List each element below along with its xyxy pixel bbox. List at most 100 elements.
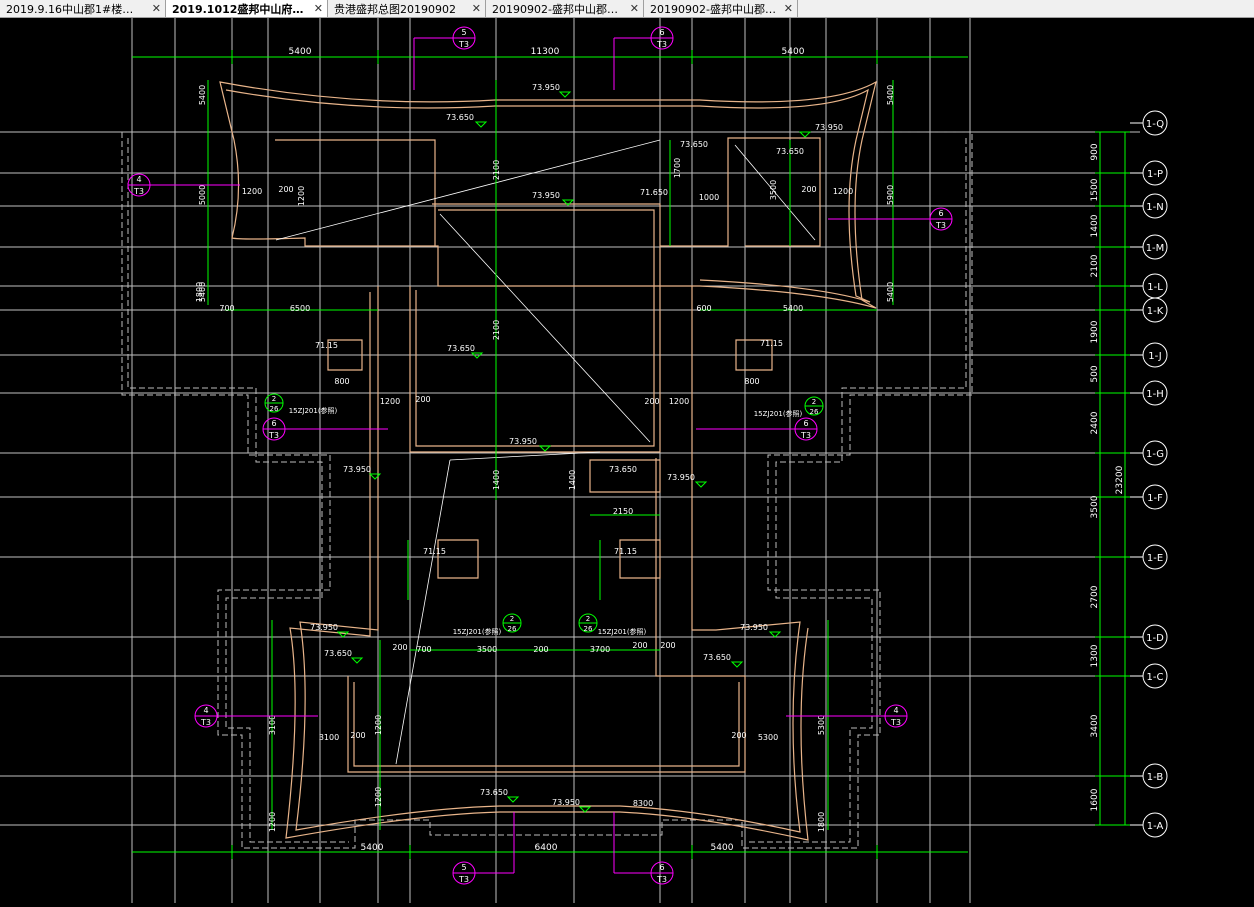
elevation-text: 73.650 (447, 344, 475, 353)
ref-sheet: 26 (810, 408, 819, 416)
close-icon[interactable]: ✕ (146, 2, 161, 15)
elevation-text: 73.650 (703, 653, 731, 662)
tab-2[interactable]: 2019.1012盛邦中山府… ✕ (166, 0, 328, 17)
tab-4[interactable]: 20190902-盛邦中山郡… ✕ (486, 0, 644, 17)
tag-num: 4 (203, 706, 208, 715)
axis-label: 1-H (1146, 389, 1164, 400)
dim-text: 800 (744, 377, 759, 386)
dim-text: 2100 (1090, 254, 1100, 277)
tag-num: 5 (461, 863, 466, 872)
axis-label: 1-K (1147, 306, 1164, 317)
ref-num: 2 (272, 395, 276, 403)
tag-num: 6 (803, 419, 808, 428)
dim-text: 3500 (769, 180, 778, 200)
tab-label: 20190902-盛邦中山郡… (492, 2, 618, 16)
tag-sheet: T3 (656, 40, 667, 49)
dim-text: 1500 (1090, 178, 1100, 201)
ref-note: 15ZJ201(参照) (453, 627, 502, 636)
close-icon[interactable]: ✕ (308, 2, 323, 15)
floor-plan-drawing: 1-Q 1-P 1-N 1-M 1-L 1-K 1-J 1-H 1-G 1-F … (0, 18, 1254, 903)
ref-note: 15ZJ201(参照) (289, 406, 338, 415)
elevation-text: 73.950 (310, 623, 338, 632)
dim-text: 5400 (198, 85, 207, 105)
dim-text: 5400 (886, 282, 895, 302)
dim-text: 2700 (1090, 585, 1100, 608)
dim-text: 1900 (1090, 320, 1100, 343)
dim-text: 1000 (699, 193, 719, 202)
dim-text: 5400 (711, 843, 734, 853)
tab-label: 20190902-盛邦中山郡… (650, 2, 776, 16)
dim-text: 5400 (361, 843, 384, 853)
tab-5[interactable]: 20190902-盛邦中山郡… ✕ (644, 0, 798, 17)
close-icon[interactable]: ✕ (466, 2, 481, 15)
dim-text: 1700 (673, 158, 682, 178)
tag-num: 6 (659, 863, 664, 872)
elevation-text: 73.950 (509, 437, 537, 446)
axis-label: 1-F (1147, 493, 1163, 504)
tag-num: 5 (461, 28, 466, 37)
elevation-text: 73.650 (680, 140, 708, 149)
elevation-text: 73.950 (552, 798, 580, 807)
dim-text: 200 (801, 185, 816, 194)
dim-text: 3700 (590, 645, 610, 654)
elevation-text: 73.950 (667, 473, 695, 482)
dim-text: 5400 (783, 304, 803, 313)
axis-label: 1-L (1147, 282, 1163, 293)
elevation-text: 73.650 (776, 147, 804, 156)
dim-text: 5000 (198, 185, 207, 205)
elevation-text: 73.950 (343, 465, 371, 474)
close-icon[interactable]: ✕ (624, 2, 639, 15)
elevation-text: 73.650 (480, 788, 508, 797)
tab-1[interactable]: 2019.9.16中山郡1#楼… ✕ (0, 0, 166, 17)
axis-label: 1-G (1146, 449, 1164, 460)
elevation-text: 73.650 (324, 649, 352, 658)
dim-text: 3100 (268, 715, 277, 735)
tag-num: 4 (136, 175, 141, 184)
cad-drawing-canvas[interactable]: 1-Q 1-P 1-N 1-M 1-L 1-K 1-J 1-H 1-G 1-F … (0, 18, 1254, 903)
tag-sheet: T3 (133, 187, 144, 196)
dim-text: 5400 (289, 47, 312, 57)
dim-text: 1400 (1090, 214, 1100, 237)
elevation-text: 73.950 (815, 123, 843, 132)
tab-label: 2019.9.16中山郡1#楼… (6, 2, 134, 16)
tag-sheet: T3 (890, 718, 901, 727)
dim-text: 1400 (568, 470, 577, 490)
axis-label: 1-Q (1146, 119, 1164, 130)
dim-text: 200 (278, 185, 293, 194)
tag-num: 6 (938, 209, 943, 218)
axis-label: 1-A (1147, 821, 1164, 832)
dim-text: 3500 (1090, 495, 1100, 518)
ref-note: 15ZJ201(参照) (754, 409, 803, 418)
dim-text: 1200 (268, 812, 277, 832)
axis-label: 1-J (1148, 351, 1161, 362)
tag-sheet: T3 (458, 40, 469, 49)
tag-num: 4 (893, 706, 898, 715)
dim-text: 2150 (613, 507, 633, 516)
elevation-text: 71.15 (760, 339, 783, 348)
dim-text: 2100 (492, 160, 501, 180)
dim-text: 11300 (531, 47, 560, 57)
close-icon[interactable]: ✕ (778, 2, 793, 15)
tag-num: 6 (271, 419, 276, 428)
elevation-text: 73.650 (609, 465, 637, 474)
elevation-text: 73.650 (446, 113, 474, 122)
ref-num: 2 (510, 615, 514, 623)
ref-num: 2 (812, 398, 816, 406)
elevation-text: 73.950 (532, 83, 560, 92)
dim-text: 900 (1090, 143, 1100, 160)
dim-text: 1200 (669, 397, 689, 406)
dim-text: 200 (350, 731, 365, 740)
tag-sheet: T3 (268, 431, 279, 440)
dim-text: 5300 (758, 733, 778, 742)
dim-text: 1200 (380, 397, 400, 406)
axis-label: 1-C (1147, 672, 1164, 683)
axis-label: 1-B (1147, 772, 1164, 783)
dim-text: 1200 (297, 186, 306, 206)
dim-text: 200 (632, 641, 647, 650)
tag-num: 6 (659, 28, 664, 37)
dim-text: 5900 (886, 185, 895, 205)
tab-3[interactable]: 贵港盛邦总图20190902 ✕ (328, 0, 486, 17)
dim-text: 200 (533, 645, 548, 654)
dim-text: 700 (416, 645, 431, 654)
dim-text: 800 (334, 377, 349, 386)
